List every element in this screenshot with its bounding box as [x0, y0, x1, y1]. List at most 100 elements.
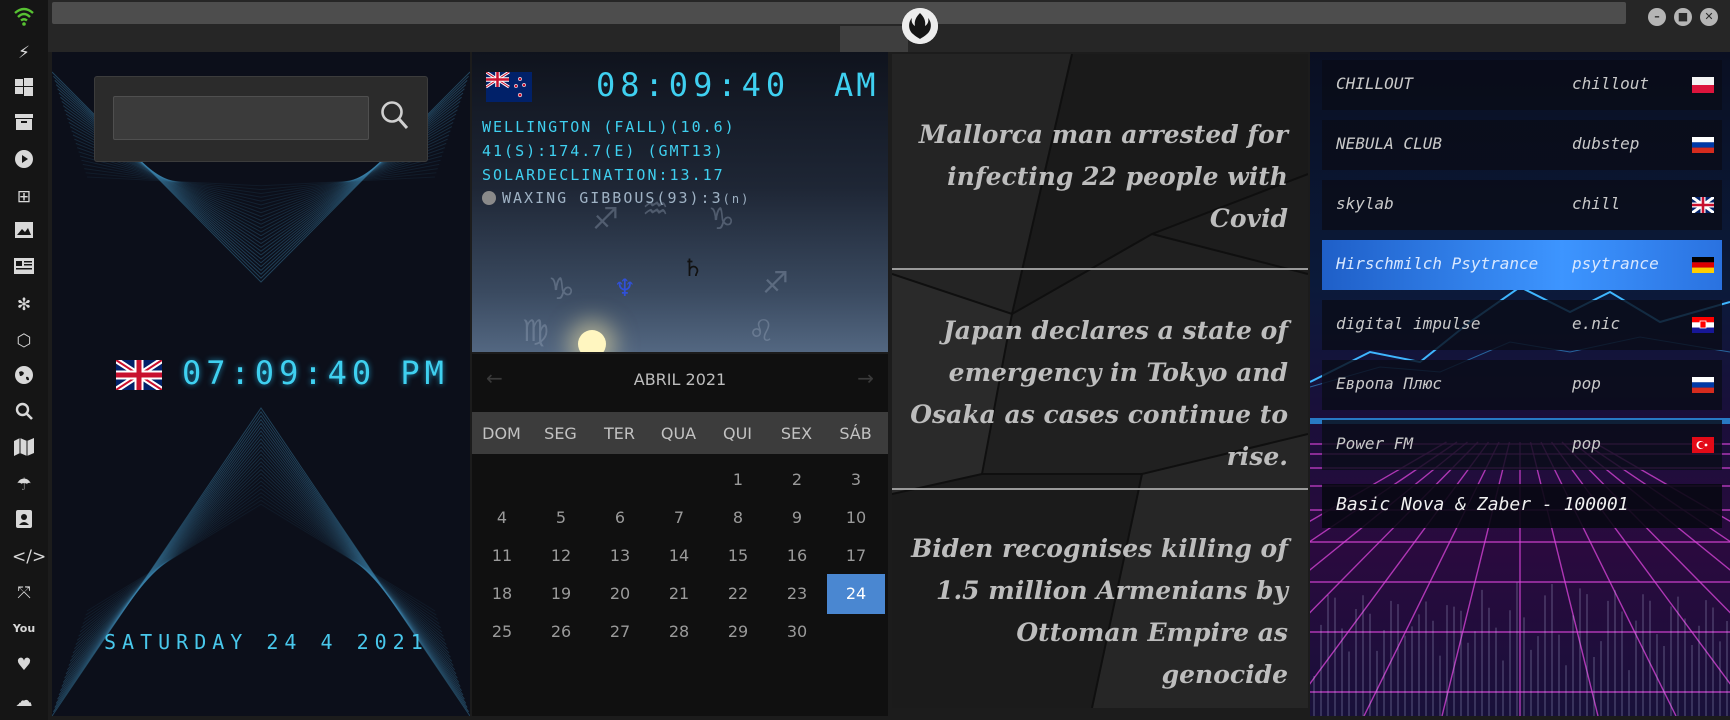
calendar-title: ABRIL 2021	[633, 370, 727, 389]
weekday-label: SEX	[780, 424, 813, 443]
station-row[interactable]: Power FM pop	[1322, 420, 1722, 470]
rebel-alliance-logo[interactable]	[902, 8, 938, 44]
calendar-day[interactable]: 16	[768, 536, 826, 576]
expand-icon[interactable]: ⤧	[12, 582, 36, 604]
zodiac-sagittarius-2-icon: ♐	[762, 266, 789, 301]
calendar-day[interactable]: 18	[473, 574, 531, 614]
close-button[interactable]: ✕	[1700, 8, 1718, 26]
calendar-day[interactable]: 6	[591, 498, 649, 538]
calendar-day[interactable]: 19	[532, 574, 590, 614]
cloud-icon[interactable]: ☁	[12, 690, 36, 712]
image-icon[interactable]	[12, 222, 36, 244]
zodiac-capricorn-icon: ♑	[708, 202, 735, 237]
lightning-icon[interactable]: ⚡	[12, 42, 36, 64]
chevron-line	[85, 172, 437, 191]
station-genre: psytrance	[1572, 254, 1659, 273]
address-bar[interactable]	[52, 2, 1626, 24]
station-name: Hirschmilch Psytrance	[1336, 254, 1539, 273]
calendar-day[interactable]: 5	[532, 498, 590, 538]
calendar-day[interactable]: 13	[591, 536, 649, 576]
calendar-day[interactable]: 7	[650, 498, 708, 538]
maps-icon[interactable]: ⊞	[12, 186, 36, 208]
calendar-day[interactable]: 12	[532, 536, 590, 576]
calendar-day[interactable]: 14	[650, 536, 708, 576]
news-separator	[892, 488, 1308, 490]
play-icon[interactable]	[12, 150, 36, 172]
calendar-day[interactable]: 3	[827, 460, 885, 500]
news-icon[interactable]	[12, 258, 36, 280]
news-separator	[892, 268, 1308, 270]
calendar-day[interactable]: 30	[768, 612, 826, 652]
chevron-line	[81, 159, 441, 202]
windows-icon[interactable]	[12, 78, 36, 100]
station-name: CHILLOUT	[1336, 74, 1414, 93]
moon-phase-suffix: (n)	[722, 192, 751, 206]
neptune-icon: ♆	[614, 274, 636, 302]
wifi-icon[interactable]	[12, 6, 36, 28]
zodiac-virgo-icon: ♍	[522, 314, 549, 349]
search-icon[interactable]	[12, 402, 36, 424]
calendar-day[interactable]: 17	[827, 536, 885, 576]
settings-icon[interactable]: ✻	[12, 294, 36, 316]
station-row[interactable]: Европа Плюс pop	[1322, 360, 1722, 410]
chevron-line	[72, 465, 450, 654]
umbrella-icon[interactable]: ☂	[12, 474, 36, 496]
youtube-icon[interactable]: You	[12, 618, 36, 640]
calendar-day[interactable]: 25	[473, 612, 531, 652]
news-headline[interactable]: Mallorca man arrested for infecting 22 p…	[908, 114, 1288, 240]
calendar-day[interactable]: 20	[591, 574, 649, 614]
calendar-day[interactable]: 27	[591, 612, 649, 652]
archive-icon[interactable]	[12, 114, 36, 136]
calendar-day-today[interactable]: 24	[827, 574, 885, 614]
next-month-button[interactable]: →	[857, 366, 874, 390]
calendar-day[interactable]: 11	[473, 536, 531, 576]
calendar-day[interactable]: 22	[709, 574, 767, 614]
calendar-day[interactable]: 2	[768, 460, 826, 500]
search-button-icon[interactable]	[379, 99, 411, 133]
contacts-icon[interactable]	[12, 510, 36, 532]
station-genre: chill	[1572, 194, 1621, 213]
calendar-day[interactable]: 26	[532, 612, 590, 652]
calendar-day[interactable]: 8	[709, 498, 767, 538]
search-widget	[94, 76, 428, 162]
station-row[interactable]: skylab chill	[1322, 180, 1722, 230]
news-headline[interactable]: Biden recognises killing of 1.5 million …	[908, 528, 1288, 696]
center-tab[interactable]	[840, 26, 908, 52]
hexagon-icon[interactable]: ⬡	[12, 330, 36, 352]
maximize-button[interactable]: ■	[1674, 8, 1692, 26]
calendar-day[interactable]: 1	[709, 460, 767, 500]
search-input[interactable]	[113, 96, 369, 140]
calendar-day[interactable]: 9	[768, 498, 826, 538]
station-row[interactable]: NEBULA CLUB dubstep	[1322, 120, 1722, 170]
calendar-day[interactable]: 21	[650, 574, 708, 614]
calendar-day[interactable]: 15	[709, 536, 767, 576]
now-playing: Basic Nova & Zaber - 100001	[1322, 484, 1722, 528]
news-headline[interactable]: Japan declares a state of emergency in T…	[908, 310, 1288, 478]
station-row[interactable]: CHILLOUT chillout	[1322, 60, 1722, 110]
calendar-day[interactable]: 10	[827, 498, 885, 538]
weekday-label: SEG	[544, 424, 577, 443]
station-name: skylab	[1336, 194, 1394, 213]
turkey-flag-icon	[1692, 437, 1714, 453]
code-icon[interactable]: </>	[12, 546, 46, 568]
chevron-line	[81, 488, 441, 629]
moon-phase-line: WAXING GIBBOUS(93):3(n)	[482, 189, 750, 207]
station-row[interactable]: digital impulse e.nic	[1322, 300, 1722, 350]
clock-panel: 07:09:40 PM SATURDAY 24 4 2021	[52, 52, 470, 716]
moon-phase-text: WAXING GIBBOUS(93):3	[502, 189, 723, 207]
news-panel: Mallorca man arrested for infecting 22 p…	[892, 54, 1308, 708]
station-genre: chillout	[1572, 74, 1650, 93]
calendar-day[interactable]: 28	[650, 612, 708, 652]
minimize-button[interactable]: –	[1648, 8, 1666, 26]
russia-flag-icon	[1692, 137, 1714, 153]
calendar-day[interactable]: 23	[768, 574, 826, 614]
chevron-line	[52, 410, 470, 713]
zodiac-capricorn-2-icon: ♑	[548, 272, 575, 307]
globe-icon[interactable]	[12, 366, 36, 388]
heart-icon[interactable]: ♥	[12, 654, 36, 676]
calendar-day[interactable]: 4	[473, 498, 531, 538]
station-row[interactable]: Hirschmilch Psytrance psytrance	[1322, 240, 1722, 290]
map-icon[interactable]	[12, 438, 36, 460]
calendar-day[interactable]: 29	[709, 612, 767, 652]
solar-declination-line: SOLARDECLINATION:13.17	[482, 166, 725, 184]
